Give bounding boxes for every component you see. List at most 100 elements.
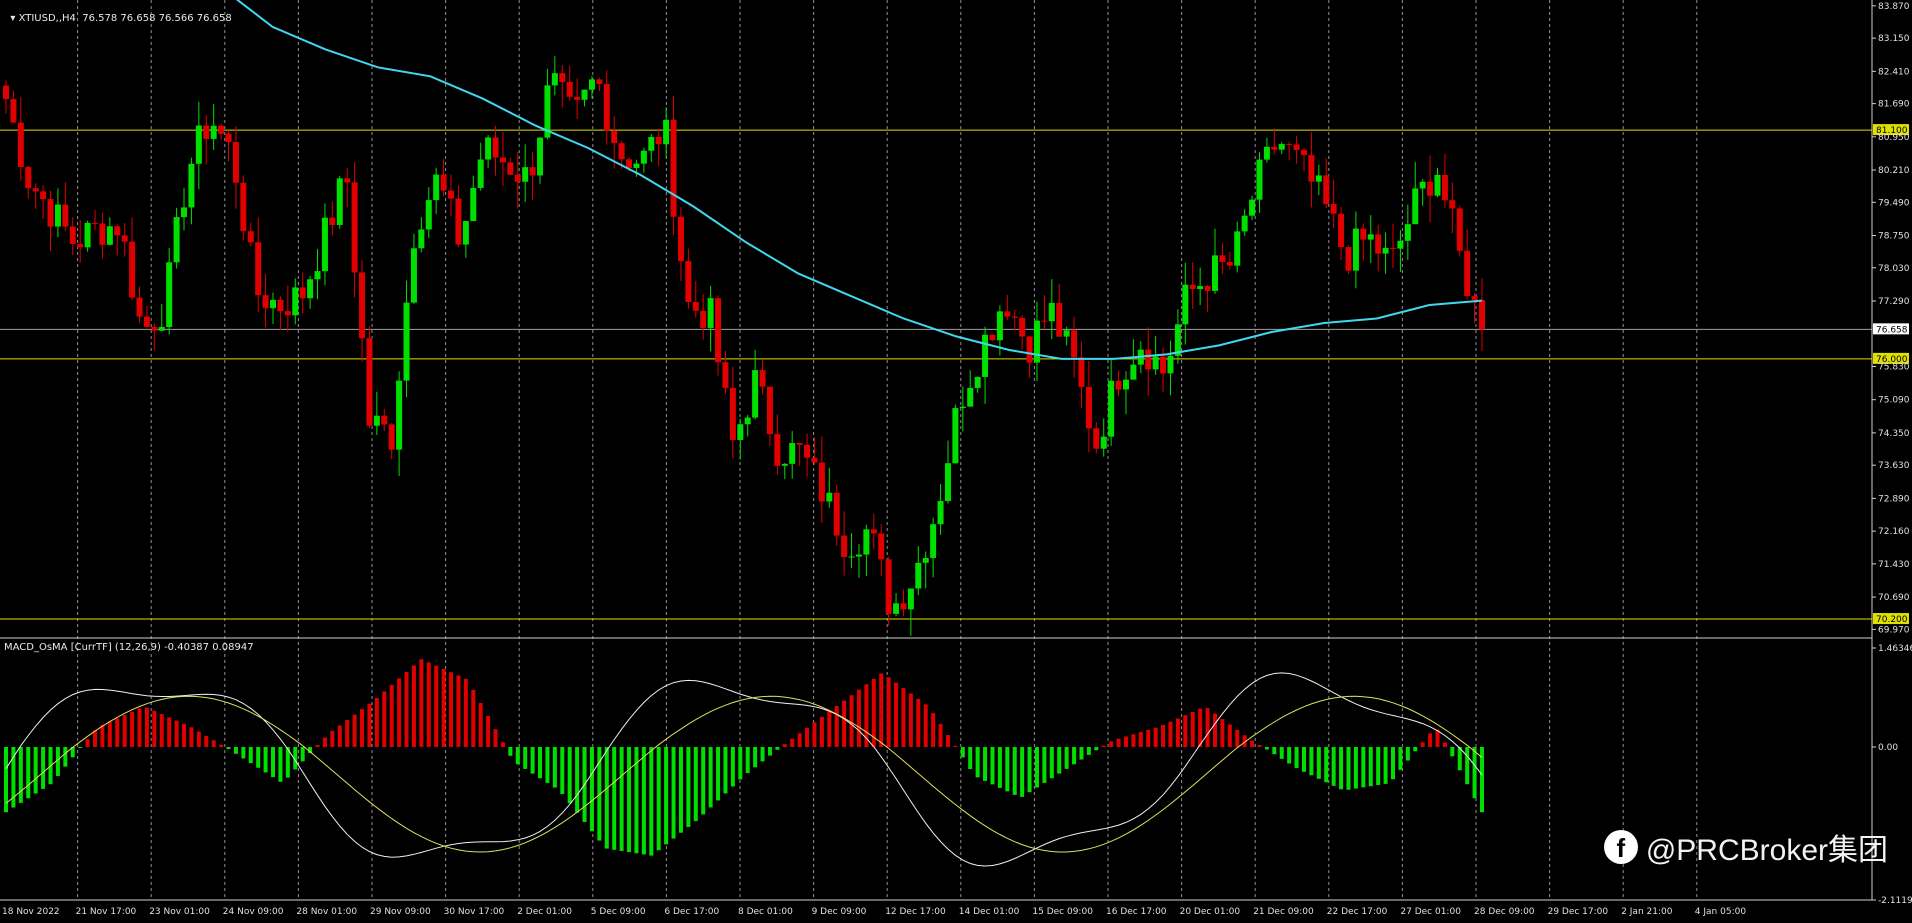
time-label: 15 Dec 09:00: [1032, 907, 1093, 917]
price-tick-label: 74.350: [1878, 429, 1910, 439]
price-tick-label: 69.970: [1878, 625, 1910, 635]
candle-body: [1085, 386, 1092, 429]
macd-histogram-bar: [1353, 747, 1358, 789]
macd-histogram-bar: [671, 747, 676, 839]
candle-body: [944, 463, 951, 502]
chart-canvas[interactable]: 81.10076.00070.20076.658 1.463460.00-2.1…: [0, 0, 1912, 923]
symbol-label: XTIUSD,,H4: [18, 13, 76, 24]
macd-histogram-bar: [1376, 747, 1381, 786]
candle-body: [789, 443, 796, 464]
macd-histogram-bar: [856, 689, 861, 747]
candle-body: [915, 562, 922, 589]
price-tick-label: 72.160: [1878, 527, 1910, 537]
candle-body: [1019, 317, 1026, 337]
price-tick-label: 82.410: [1878, 67, 1910, 77]
candle-body: [677, 216, 684, 262]
candle-body: [84, 222, 91, 248]
facebook-icon: f: [1603, 830, 1638, 864]
macd-histogram-bar: [968, 747, 973, 770]
macd-histogram-bar: [1457, 747, 1462, 771]
candle-body: [388, 424, 395, 450]
candle-body: [1004, 311, 1011, 317]
candle-body: [10, 99, 17, 123]
candle-body: [1078, 357, 1085, 387]
dropdown-triangle-icon[interactable]: ▾: [10, 13, 18, 24]
macd-histogram-bar: [374, 698, 379, 747]
candle-body: [826, 492, 833, 502]
macd-histogram-bar: [404, 671, 409, 747]
candle-body: [143, 316, 150, 327]
price-tick-label: 83.150: [1878, 34, 1910, 44]
macd-histogram-bar: [1005, 747, 1010, 792]
macd-histogram-bar: [1042, 747, 1047, 783]
macd-histogram-bar: [1161, 724, 1166, 747]
macd-histogram-bar: [322, 737, 327, 747]
candle-body: [225, 133, 232, 142]
candle-body: [1338, 213, 1345, 248]
candle-body: [1293, 144, 1300, 150]
candle-body: [3, 85, 9, 100]
macd-histogram-bar: [1235, 729, 1240, 747]
macd-histogram-bar: [738, 747, 743, 780]
candle-body: [32, 188, 39, 192]
macd-histogram-bar: [1079, 747, 1084, 760]
candle-body: [818, 462, 825, 502]
macd-histogram-bar: [1131, 734, 1136, 747]
candle-body: [744, 417, 751, 425]
macd-histogram-bar: [1361, 747, 1366, 788]
candle-body: [1352, 228, 1359, 271]
time-label: 9 Dec 09:00: [812, 907, 867, 917]
candle-body: [448, 190, 455, 199]
macd-histogram-bar: [382, 691, 387, 747]
candle-body: [1308, 155, 1315, 182]
candle-body: [885, 559, 892, 614]
candle-body: [1115, 380, 1122, 390]
macd-histogram-bar: [144, 707, 149, 747]
candle-body: [136, 297, 143, 317]
candle-body: [403, 302, 410, 381]
indicator-header: MACD_OsMA [CurrTF] (12,26,9) -0.40387 0.…: [4, 642, 254, 653]
time-label: 30 Nov 17:00: [444, 907, 505, 917]
macd-histogram-bar: [204, 735, 209, 747]
macd-histogram-bar: [1442, 742, 1447, 747]
candle-body: [581, 89, 588, 100]
candle-body: [715, 298, 722, 363]
candle-body: [1323, 175, 1330, 204]
candle-body: [1367, 234, 1374, 240]
macd-histogram-bar: [523, 747, 528, 769]
macd-histogram-bar: [1190, 711, 1195, 747]
price-tick-label: 73.630: [1878, 461, 1910, 471]
candle-body: [455, 198, 462, 245]
time-label: 16 Dec 17:00: [1106, 907, 1167, 917]
macd-histogram-bar: [589, 747, 594, 832]
macd-histogram-bar: [1057, 747, 1062, 774]
time-label: 6 Dec 17:00: [664, 907, 719, 917]
macd-histogram-bar: [649, 747, 654, 856]
macd-histogram-bar: [1264, 747, 1269, 750]
candle-body: [1189, 284, 1196, 290]
macd-histogram-bar: [1153, 727, 1158, 747]
price-tick-label: 75.830: [1878, 362, 1910, 372]
macd-histogram-bar: [701, 747, 706, 815]
macd-histogram-bar: [115, 718, 120, 747]
candle-body: [618, 143, 625, 160]
macd-histogram-bar: [1198, 708, 1203, 747]
macd-histogram-bar: [419, 659, 424, 747]
macd-tick-label: 1.46346: [1878, 644, 1912, 654]
price-tick-label: 81.690: [1878, 100, 1910, 110]
macd-histogram-bar: [908, 693, 913, 747]
macd-histogram-bar: [515, 747, 520, 765]
candle-body: [366, 338, 373, 426]
macd-histogram-bar: [938, 724, 943, 747]
candle-body: [425, 200, 432, 230]
macd-histogram-bar: [931, 713, 936, 747]
candle-body: [410, 248, 417, 303]
macd-histogram-bar: [1072, 747, 1077, 765]
macd-histogram-bar: [552, 747, 557, 788]
macd-histogram-bar: [1420, 742, 1425, 747]
macd-histogram-bar: [1405, 747, 1410, 761]
candle-body: [833, 492, 840, 536]
candle-body: [1063, 330, 1070, 337]
macd-histogram-bar: [41, 747, 46, 789]
macd-histogram-bar: [441, 668, 446, 747]
